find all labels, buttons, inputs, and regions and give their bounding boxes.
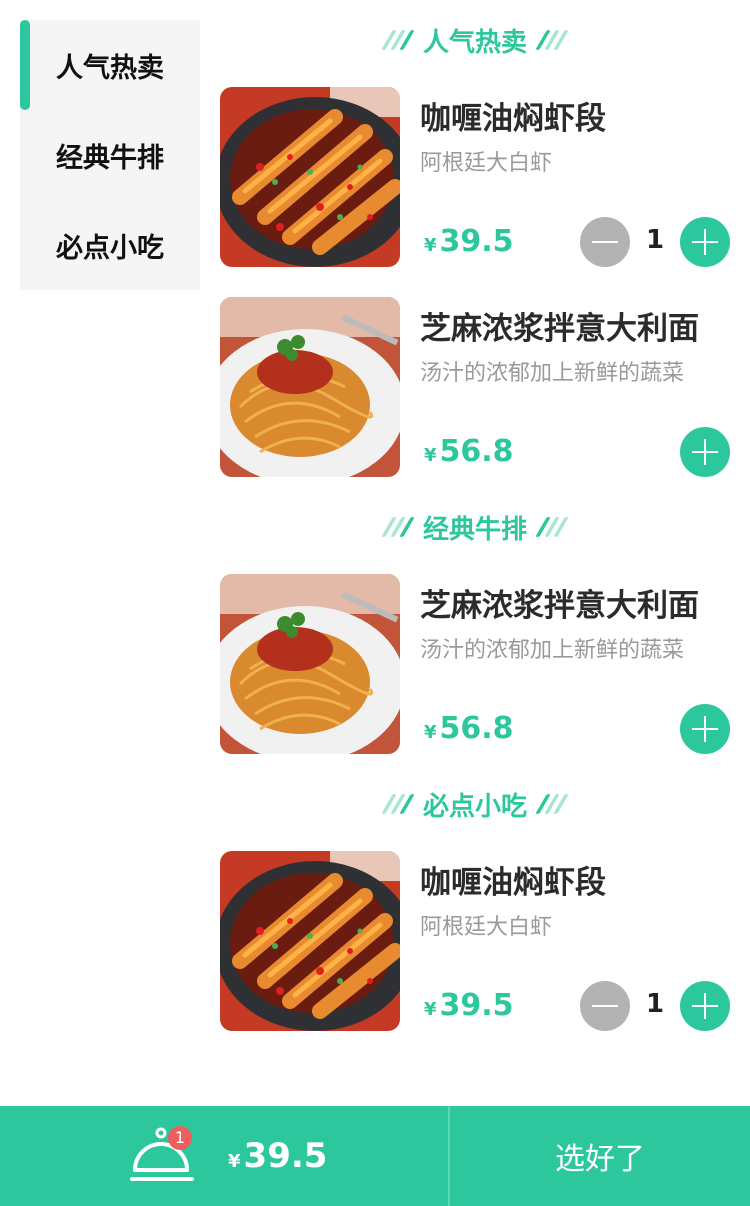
sidebar-item-label: 人气热卖	[56, 52, 164, 84]
decrease-quantity-button[interactable]	[580, 981, 630, 1031]
checkout-bar: 1 ¥39.5 选好了	[0, 1106, 750, 1206]
item-name: 咖喱油焖虾段	[420, 865, 606, 901]
quantity-value: 1	[645, 225, 665, 255]
add-to-cart-button[interactable]	[680, 217, 730, 267]
sidebar-item-label: 经典牛排	[56, 142, 164, 174]
total-value: 39.5	[243, 1136, 328, 1176]
price-value: 39.5	[439, 988, 514, 1023]
sidebar-item-snacks[interactable]: 必点小吃	[20, 200, 200, 290]
currency-symbol: ¥	[424, 445, 437, 466]
slash-decoration-icon	[381, 517, 415, 537]
sidebar-item-label: 必点小吃	[56, 232, 164, 264]
cart-total: ¥39.5	[228, 1136, 327, 1176]
slash-decoration-icon	[381, 30, 415, 50]
confirm-order-button[interactable]: 选好了	[450, 1106, 750, 1206]
section-title: 人气热卖	[422, 27, 527, 58]
currency-symbol: ¥	[228, 1151, 241, 1172]
menu-item: 芝麻浓浆拌意大利面 汤汁的浓郁加上新鲜的蔬菜 ¥56.8	[220, 574, 735, 754]
item-description: 阿根廷大白虾	[420, 915, 553, 940]
decrease-quantity-button[interactable]	[580, 217, 630, 267]
item-description: 汤汁的浓郁加上新鲜的蔬菜	[420, 638, 685, 663]
category-sidebar: 人气热卖 经典牛排 必点小吃	[20, 20, 200, 290]
sidebar-item-popular[interactable]: 人气热卖	[20, 20, 200, 110]
item-price: ¥39.5	[424, 224, 514, 259]
item-name: 芝麻浓浆拌意大利面	[420, 311, 699, 347]
item-name: 芝麻浓浆拌意大利面	[420, 588, 699, 624]
currency-symbol: ¥	[424, 722, 437, 743]
food-image-shrimp	[220, 851, 400, 1031]
sidebar-item-steak[interactable]: 经典牛排	[20, 110, 200, 200]
menu-item: 芝麻浓浆拌意大利面 汤汁的浓郁加上新鲜的蔬菜 ¥56.8	[220, 297, 735, 477]
slash-decoration-icon	[535, 30, 569, 50]
slash-decoration-icon	[535, 794, 569, 814]
food-image-shrimp	[220, 87, 400, 267]
food-image-pasta	[220, 297, 400, 477]
item-name: 咖喱油焖虾段	[420, 101, 606, 137]
item-price: ¥56.8	[424, 711, 514, 746]
menu-item: 咖喱油焖虾段 阿根廷大白虾 ¥39.5 1	[220, 851, 735, 1031]
slash-decoration-icon	[381, 794, 415, 814]
add-to-cart-button[interactable]	[680, 981, 730, 1031]
slash-decoration-icon	[535, 517, 569, 537]
add-to-cart-button[interactable]	[680, 704, 730, 754]
currency-symbol: ¥	[424, 235, 437, 256]
menu-item: 咖喱油焖虾段 阿根廷大白虾 ¥39.5 1	[220, 87, 735, 267]
item-description: 阿根廷大白虾	[420, 151, 553, 176]
currency-symbol: ¥	[424, 999, 437, 1020]
item-price: ¥56.8	[424, 434, 514, 469]
price-value: 39.5	[439, 224, 514, 259]
price-value: 56.8	[439, 711, 514, 746]
active-indicator	[20, 20, 30, 110]
quantity-value: 1	[645, 989, 665, 1019]
item-description: 汤汁的浓郁加上新鲜的蔬菜	[420, 361, 685, 386]
section-header: 必点小吃	[220, 782, 730, 826]
item-price: ¥39.5	[424, 988, 514, 1023]
minus-icon	[592, 1005, 618, 1007]
section-title: 必点小吃	[422, 791, 527, 822]
add-to-cart-button[interactable]	[680, 427, 730, 477]
minus-icon	[592, 241, 618, 243]
cart-count-badge: 1	[168, 1126, 192, 1150]
food-image-pasta	[220, 574, 400, 754]
section-header: 经典牛排	[220, 505, 730, 549]
price-value: 56.8	[439, 434, 514, 469]
section-title: 经典牛排	[422, 514, 527, 545]
section-header: 人气热卖	[220, 18, 730, 62]
